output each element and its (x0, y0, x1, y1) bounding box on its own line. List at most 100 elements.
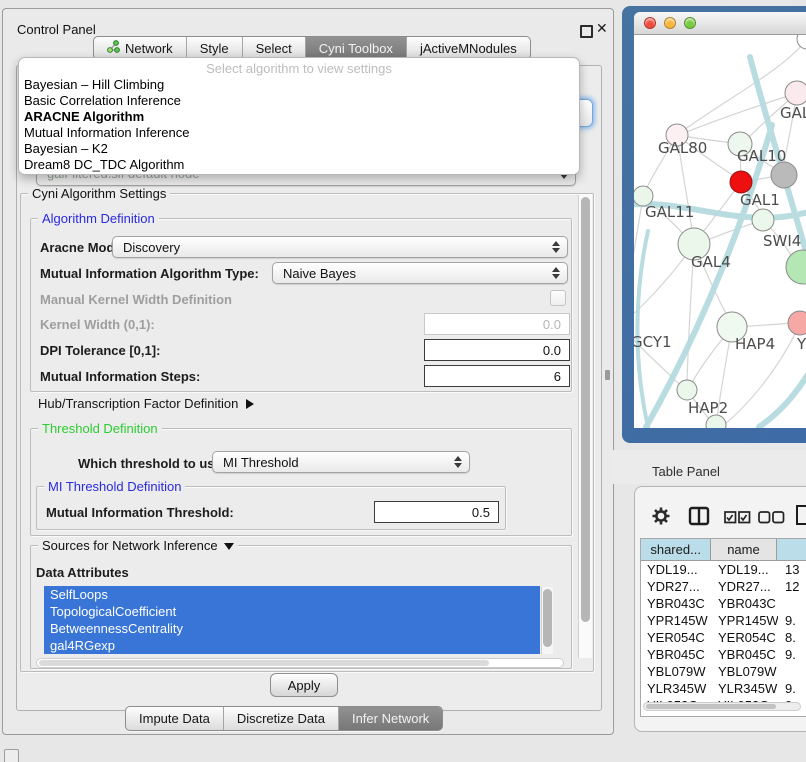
algorithm-list: Bayesian – Hill ClimbingBasic Correlatio… (19, 77, 579, 173)
column-layout-icon[interactable] (688, 506, 710, 531)
close-panel-icon[interactable]: ✕ (596, 20, 608, 37)
combo-value: Naive Bayes (283, 266, 356, 281)
tab-label: Discretize Data (237, 711, 325, 726)
algorithm-option-basic-correlation-inference[interactable]: Basic Correlation Inference (19, 93, 579, 109)
splitpane-handle[interactable] (605, 370, 610, 380)
table-row[interactable]: YDR27...YDR27...12 (641, 578, 806, 595)
deselect-all-checkboxes-icon[interactable] (758, 511, 785, 529)
node-gal1[interactable] (730, 171, 752, 193)
sources-group-title: Sources for Network Inference (38, 538, 238, 553)
table-cell: YDL19... (641, 562, 712, 577)
file-icon[interactable] (795, 504, 806, 531)
table-row[interactable]: YBR043CYBR043C (641, 595, 806, 612)
table-row[interactable]: YDL19...YDL19...13 (641, 561, 806, 578)
graph-nodes: GALGAL80GAL10GAL1GAL11SWI4GAL4GCY1HAP4YH… (634, 35, 806, 428)
node-hap2[interactable] (677, 380, 697, 400)
scrollbar-thumb[interactable] (646, 704, 776, 709)
column-header-col3[interactable] (777, 539, 806, 561)
scrollbar-thumb[interactable] (543, 589, 552, 647)
close-window-icon[interactable] (644, 17, 656, 29)
zoom-window-icon[interactable] (684, 17, 696, 29)
node-label: GAL80 (658, 139, 707, 157)
dpi-tolerance-field[interactable]: 0.0 (424, 339, 570, 361)
kernel-width-label: Kernel Width (0,1): (40, 317, 155, 332)
tab-jactivemnodules[interactable]: jActiveMNodules (407, 37, 530, 59)
apply-button[interactable]: Apply (270, 673, 338, 697)
tab-label: Infer Network (352, 711, 429, 726)
panel-title: Control Panel (17, 22, 96, 37)
hub-factor-expander[interactable]: Hub/Transcription Factor Definition (38, 396, 254, 411)
algorithm-option-bayesian-k2[interactable]: Bayesian – K2 (19, 141, 579, 157)
attribute-item-betweennesscentrality[interactable]: BetweennessCentrality (44, 620, 540, 637)
node-unlabeled[interactable] (797, 35, 806, 49)
mi-type-label: Mutual Information Algorithm Type: (40, 266, 259, 281)
algorithm-option-bayesian-hill-climbing[interactable]: Bayesian – Hill Climbing (19, 77, 579, 93)
node-label: GAL11 (645, 203, 694, 221)
aracne-mode-combo[interactable]: Discovery (112, 236, 568, 258)
scrollbar-thumb[interactable] (581, 197, 590, 622)
gear-icon[interactable] (651, 506, 671, 531)
select-all-checkboxes-icon[interactable] (724, 511, 751, 529)
table-row[interactable]: YER054CYER054C8. (641, 629, 806, 646)
data-attributes-list: SelfLoopsTopologicalCoefficientBetweenne… (44, 586, 540, 654)
screen: Control Panel ✕ Network Style SelectCyni T… (0, 0, 806, 762)
tab-discretize-data[interactable]: Discretize Data (224, 707, 339, 730)
kernel-width-field[interactable]: 0.0 (424, 313, 570, 335)
attribute-item-selfloops[interactable]: SelfLoops (44, 586, 540, 603)
table-row[interactable]: YLR345WYLR345W9. (641, 680, 806, 697)
mi-steps-label: Mutual Information Steps: (40, 369, 200, 384)
float-panel-icon[interactable] (580, 25, 593, 38)
combo-stepper-icon (454, 456, 462, 468)
column-header-shared[interactable]: shared... (641, 539, 711, 561)
minimized-panel-icon[interactable] (4, 749, 19, 762)
table-cell: YBL079W (712, 664, 778, 679)
network-canvas[interactable]: GALGAL80GAL10GAL1GAL11SWI4GAL4GCY1HAP4YH… (634, 35, 806, 428)
node-table: shared...name YDL19...YDL19...13YDR27...… (640, 538, 806, 717)
table-row[interactable]: YPR145WYPR145W9. (641, 612, 806, 629)
algorithm-option-mutual-information-inference[interactable]: Mutual Information Inference (19, 125, 579, 141)
tab-style[interactable]: Style (187, 37, 243, 59)
table-panel-title: Table Panel (652, 464, 720, 479)
table-cell: 9. (778, 647, 806, 662)
node-label: Y (796, 335, 806, 353)
node-label: HAP2 (688, 399, 728, 417)
node-gal[interactable] (785, 81, 806, 105)
column-header-name[interactable]: name (711, 539, 776, 561)
expander-label: Hub/Transcription Factor Definition (38, 396, 238, 411)
table-row[interactable]: YBR045CYBR045C9. (641, 646, 806, 663)
dropdown-hint: Select algorithm to view settings (19, 60, 579, 77)
node-swi4[interactable] (752, 209, 774, 231)
node-unlabeled[interactable] (771, 162, 797, 188)
attributes-scrollbar-horizontal[interactable] (36, 658, 564, 668)
attributes-scrollbar-vertical[interactable] (541, 587, 553, 654)
node-label: GCY1 (634, 333, 672, 351)
node-y[interactable] (788, 311, 806, 335)
table-cell: 8. (778, 630, 806, 645)
node-unlabeled[interactable] (786, 250, 806, 284)
settings-scrollbar-vertical[interactable] (578, 195, 592, 658)
table-scrollbar-horizontal[interactable] (643, 702, 801, 711)
window-titlebar[interactable] (634, 12, 806, 35)
dpi-tolerance-label: DPI Tolerance [0,1]: (40, 343, 160, 358)
table-header-row: shared...name (641, 539, 806, 561)
scrollbar-thumb[interactable] (39, 660, 489, 666)
mi-type-combo[interactable]: Naive Bayes (272, 262, 568, 284)
attribute-item-gal4rgexp[interactable]: gal4RGexp (44, 637, 540, 654)
mi-threshold-field[interactable]: 0.5 (374, 501, 499, 523)
attribute-item-topologicalcoefficient[interactable]: TopologicalCoefficient (44, 603, 540, 620)
tab-cyni-toolbox[interactable]: Cyni Toolbox (306, 37, 407, 59)
manual-kernel-checkbox[interactable] (550, 290, 566, 306)
tab-label: Style (200, 41, 229, 56)
algorithm-option-aracne-algorithm[interactable]: ARACNE Algorithm (19, 109, 579, 125)
tab-select[interactable]: Select (243, 37, 306, 59)
algorithm-option-dream8-dc-tdc-algorithm[interactable]: Dream8 DC_TDC Algorithm (19, 157, 579, 173)
table-cell: 12 (778, 579, 806, 594)
which-threshold-combo[interactable]: MI Threshold (212, 451, 470, 473)
minimize-window-icon[interactable] (664, 17, 676, 29)
node-label: GAL1 (740, 191, 780, 209)
table-row[interactable]: YBL079WYBL079W (641, 663, 806, 680)
tab-impute-data[interactable]: Impute Data (126, 707, 224, 730)
tab-infer-network[interactable]: Infer Network (339, 707, 442, 730)
tab-network[interactable]: Network (94, 37, 187, 59)
mi-steps-field[interactable]: 6 (424, 365, 570, 387)
